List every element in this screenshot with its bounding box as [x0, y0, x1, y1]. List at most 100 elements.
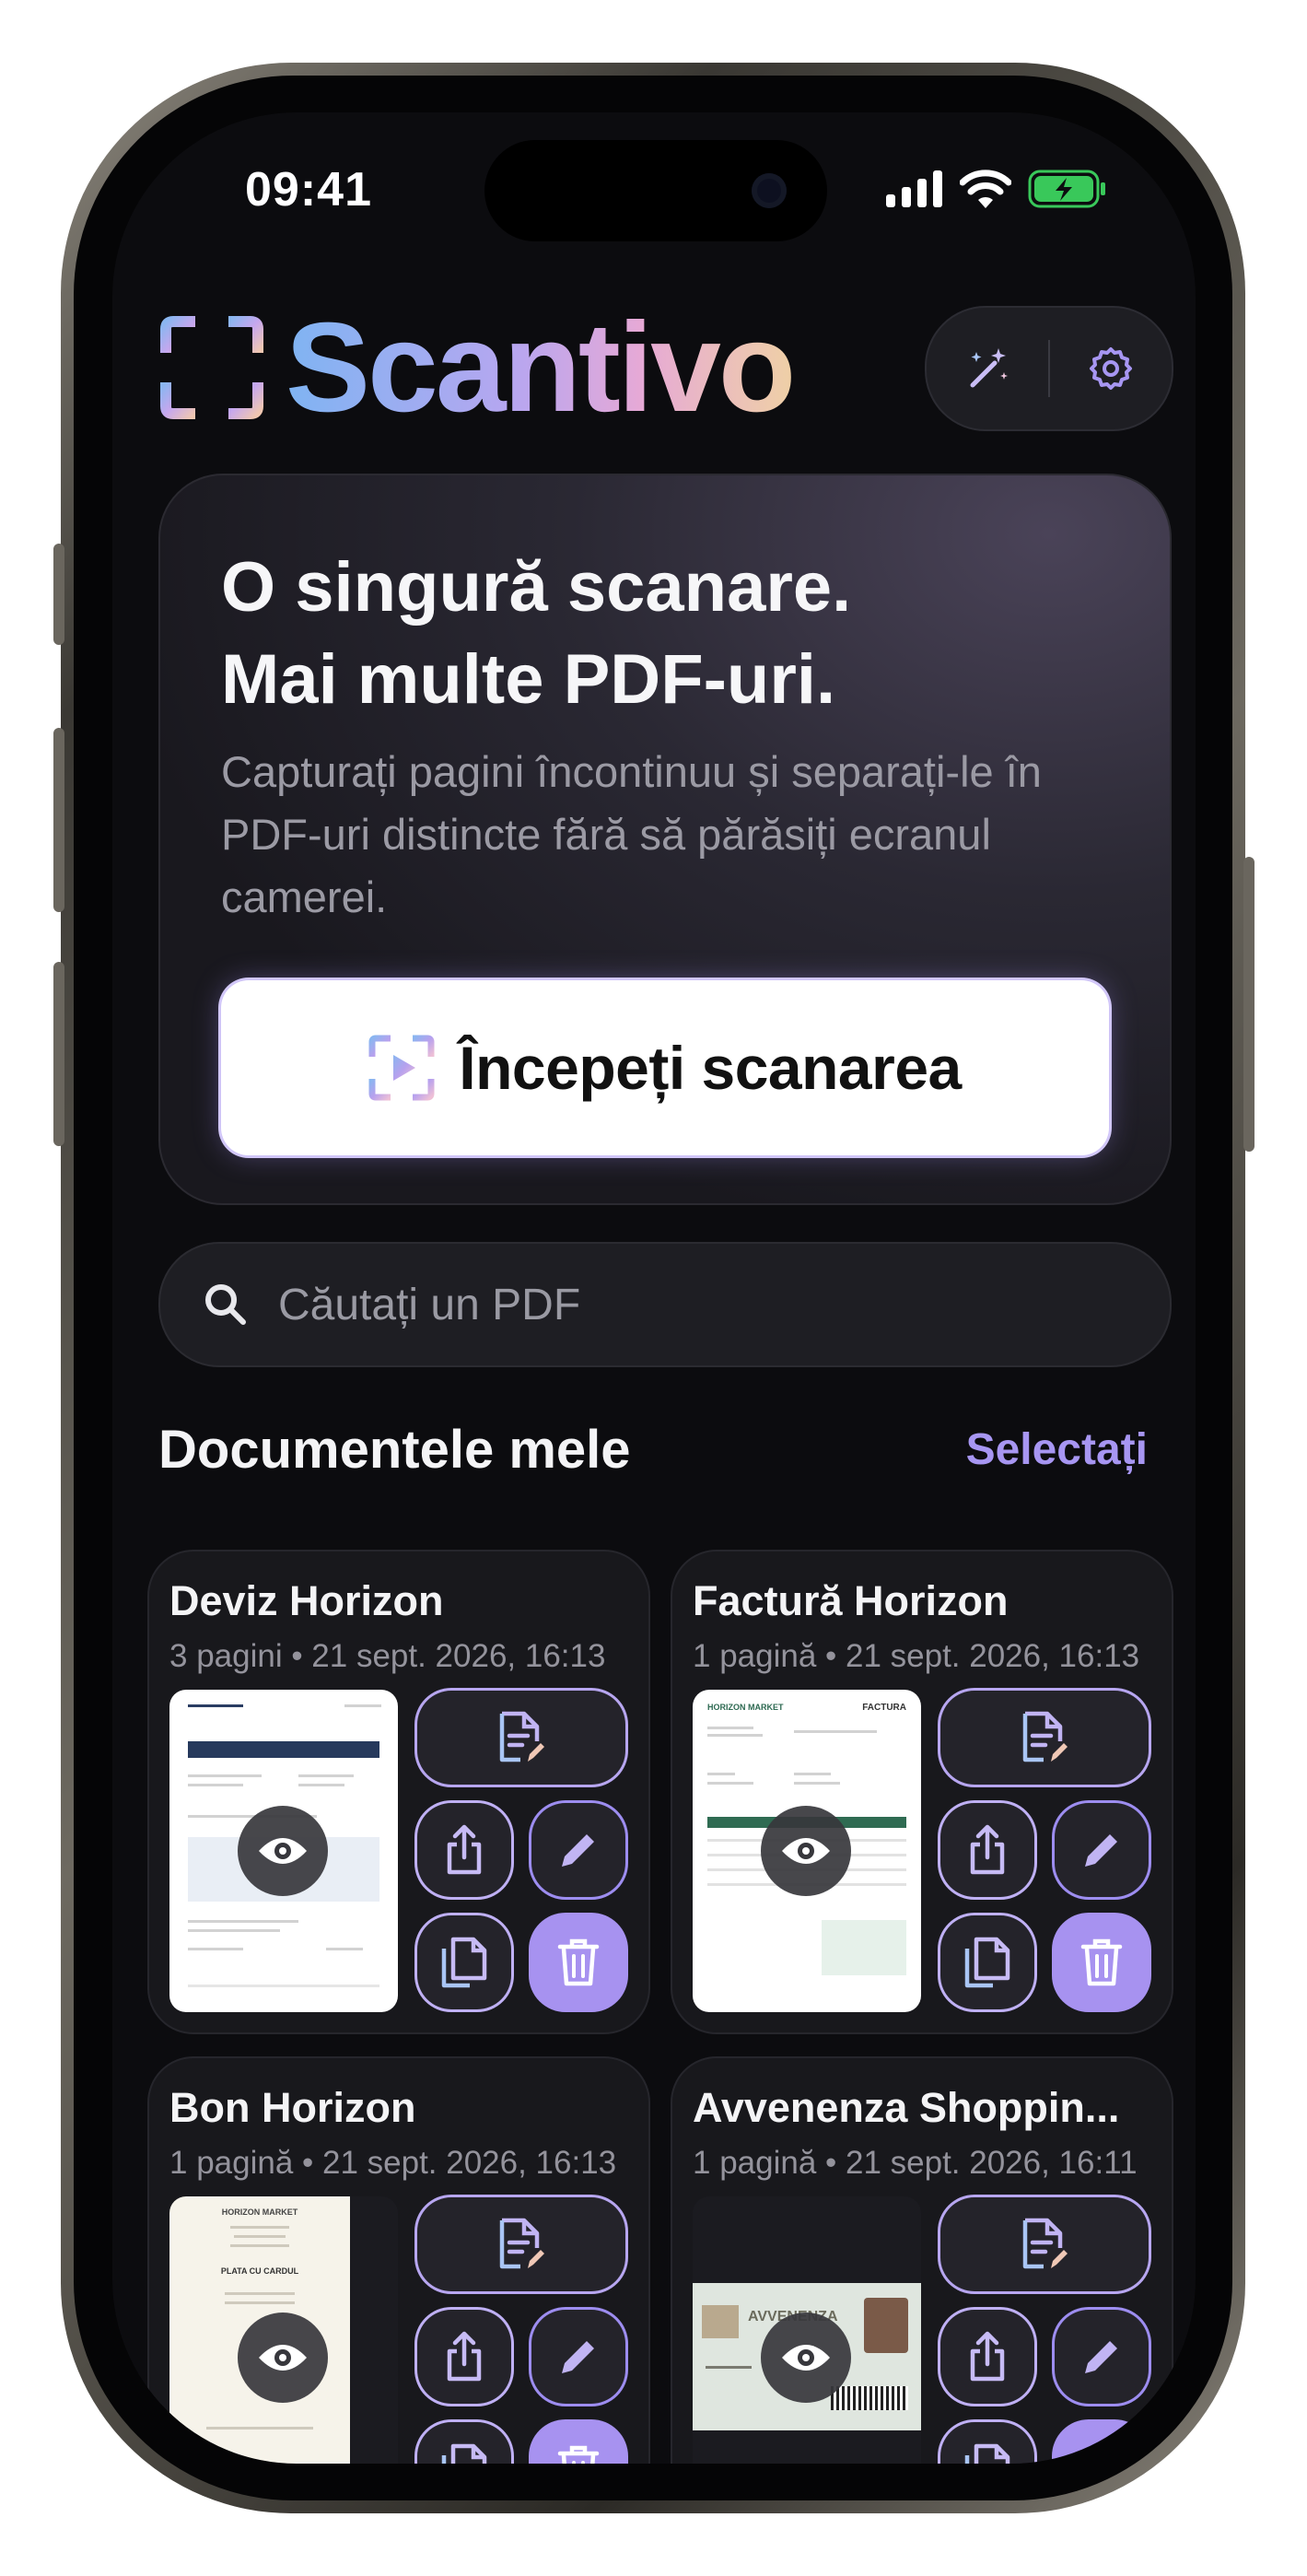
trash-icon [557, 2445, 600, 2464]
rename-button[interactable] [414, 2195, 628, 2294]
share-icon [970, 1824, 1005, 1875]
search-input[interactable] [276, 1278, 1109, 1331]
app-name: Scantivo [286, 297, 796, 439]
magic-wand-button[interactable] [927, 308, 1048, 429]
edit-button[interactable] [1052, 1800, 1151, 1900]
delete-button[interactable] [529, 1913, 628, 2012]
document-thumbnail[interactable] [169, 1690, 398, 2012]
thumb-receipt-total: PLATA CU CARDUL [220, 2266, 299, 2276]
share-icon [970, 2331, 1005, 2382]
pencil-icon [562, 2341, 594, 2373]
rename-button[interactable] [938, 2195, 1151, 2294]
document-card[interactable]: Deviz Horizon 3 pagini • 21 sept. 2026, … [147, 1550, 650, 2034]
pencil-icon [562, 1834, 594, 1867]
document-edit-icon [499, 1711, 544, 1762]
document-meta: 1 pagină • 21 sept. 2026, 16:13 [693, 1638, 1140, 1674]
start-scan-label: Începeți scanarea [459, 1034, 962, 1102]
preview-button[interactable] [238, 1806, 328, 1896]
duplicate-icon [441, 2443, 487, 2464]
preview-button[interactable] [761, 1806, 851, 1896]
pencil-icon [1085, 1834, 1117, 1867]
volume-down-button [53, 962, 64, 1146]
edit-button[interactable] [529, 2307, 628, 2406]
thumb-store-name: HORIZON MARKET [707, 1703, 784, 1712]
duplicate-icon [964, 1937, 1010, 1988]
document-meta: 1 pagină • 21 sept. 2026, 16:13 [169, 2145, 617, 2181]
edit-button[interactable] [529, 1800, 628, 1900]
hero-title-line-2: Mai multe PDF-uri. [221, 640, 836, 719]
share-icon [447, 1824, 482, 1875]
delete-button[interactable] [529, 2419, 628, 2464]
search-icon [205, 1284, 246, 1325]
volume-up-button [53, 728, 64, 912]
document-title: Deviz Horizon [169, 1577, 444, 1624]
eye-icon [782, 1838, 830, 1864]
settings-button[interactable] [1050, 308, 1172, 429]
document-title: Bon Horizon [169, 2084, 416, 2131]
document-edit-icon [1022, 1711, 1068, 1762]
document-edit-icon [1022, 2218, 1068, 2269]
trash-icon [557, 1938, 600, 1986]
search-bar[interactable] [158, 1242, 1172, 1367]
document-meta: 1 pagină • 21 sept. 2026, 16:11 [693, 2145, 1138, 2181]
duplicate-button[interactable] [938, 1913, 1037, 2012]
rename-button[interactable] [414, 1688, 628, 1787]
hero-title-line-1: O singură scanare. [221, 548, 852, 626]
header-actions [925, 306, 1173, 431]
eye-icon [782, 2345, 830, 2371]
preview-button[interactable] [238, 2313, 328, 2403]
gear-icon [1090, 347, 1132, 390]
wifi-icon [960, 170, 1011, 208]
documents-section-title: Documentele mele [158, 1420, 631, 1480]
power-button [1243, 857, 1254, 1152]
magic-wand-icon [970, 348, 1008, 388]
dynamic-island [484, 140, 827, 241]
edit-button[interactable] [1052, 2307, 1151, 2406]
share-button[interactable] [938, 2307, 1037, 2406]
scan-frame-icon [160, 316, 263, 419]
duplicate-button[interactable] [414, 2419, 514, 2464]
document-meta: 3 pagini • 21 sept. 2026, 16:13 [169, 1638, 606, 1674]
document-card[interactable]: Factură Horizon 1 pagină • 21 sept. 2026… [671, 1550, 1173, 2034]
hero-card: O singură scanare. Mai multe PDF-uri. Ca… [158, 474, 1172, 1205]
duplicate-icon [441, 1937, 487, 1988]
document-card[interactable]: Avvenenza Shoppin... 1 pagină • 21 sept.… [671, 2056, 1173, 2464]
delete-button[interactable] [1052, 2419, 1151, 2464]
app-screen: 09:41 Scantivo O singură scanare. Mai mu… [112, 112, 1196, 2464]
battery-charging-icon [1028, 170, 1105, 208]
trash-icon [1080, 1938, 1123, 1986]
share-button[interactable] [414, 2307, 514, 2406]
start-scan-button[interactable]: Începeți scanarea [221, 980, 1109, 1155]
document-thumbnail[interactable]: HORIZON MARKET FACTURA [693, 1690, 921, 2012]
document-title: Factură Horizon [693, 1577, 1009, 1624]
app-logo: Scantivo [160, 297, 796, 439]
delete-button[interactable] [1052, 1913, 1151, 2012]
status-time: 09:41 [245, 163, 372, 217]
preview-button[interactable] [761, 2313, 851, 2403]
camera-icon [752, 173, 787, 208]
hero-subtitle: Capturați pagini încontinuu și separați-… [221, 747, 1042, 921]
document-card[interactable]: Bon Horizon 1 pagină • 21 sept. 2026, 16… [147, 2056, 650, 2464]
document-thumbnail[interactable]: AVVENENZA [693, 2196, 921, 2464]
scan-icon [368, 1035, 435, 1101]
thumb-invoice-heading: FACTURA [862, 1703, 906, 1713]
rename-button[interactable] [938, 1688, 1151, 1787]
duplicate-icon [964, 2443, 1010, 2464]
duplicate-button[interactable] [938, 2419, 1037, 2464]
duplicate-button[interactable] [414, 1913, 514, 2012]
document-edit-icon [499, 2218, 544, 2269]
share-button[interactable] [414, 1800, 514, 1900]
signal-icon [886, 170, 942, 207]
eye-icon [259, 2345, 307, 2371]
document-thumbnail[interactable]: HORIZON MARKET PLATA CU CARDUL [169, 2196, 398, 2464]
select-button[interactable]: Selectați [966, 1424, 1148, 1475]
document-title: Avvenenza Shoppin... [693, 2084, 1120, 2131]
share-button[interactable] [938, 1800, 1037, 1900]
pencil-icon [1085, 2341, 1117, 2373]
action-button [53, 544, 64, 645]
eye-icon [259, 1838, 307, 1864]
share-icon [447, 2331, 482, 2382]
hero-title: O singură scanare. Mai multe PDF-uri. [221, 542, 851, 726]
trash-icon [1080, 2445, 1123, 2464]
thumb-store-name: HORIZON MARKET [221, 2207, 298, 2217]
